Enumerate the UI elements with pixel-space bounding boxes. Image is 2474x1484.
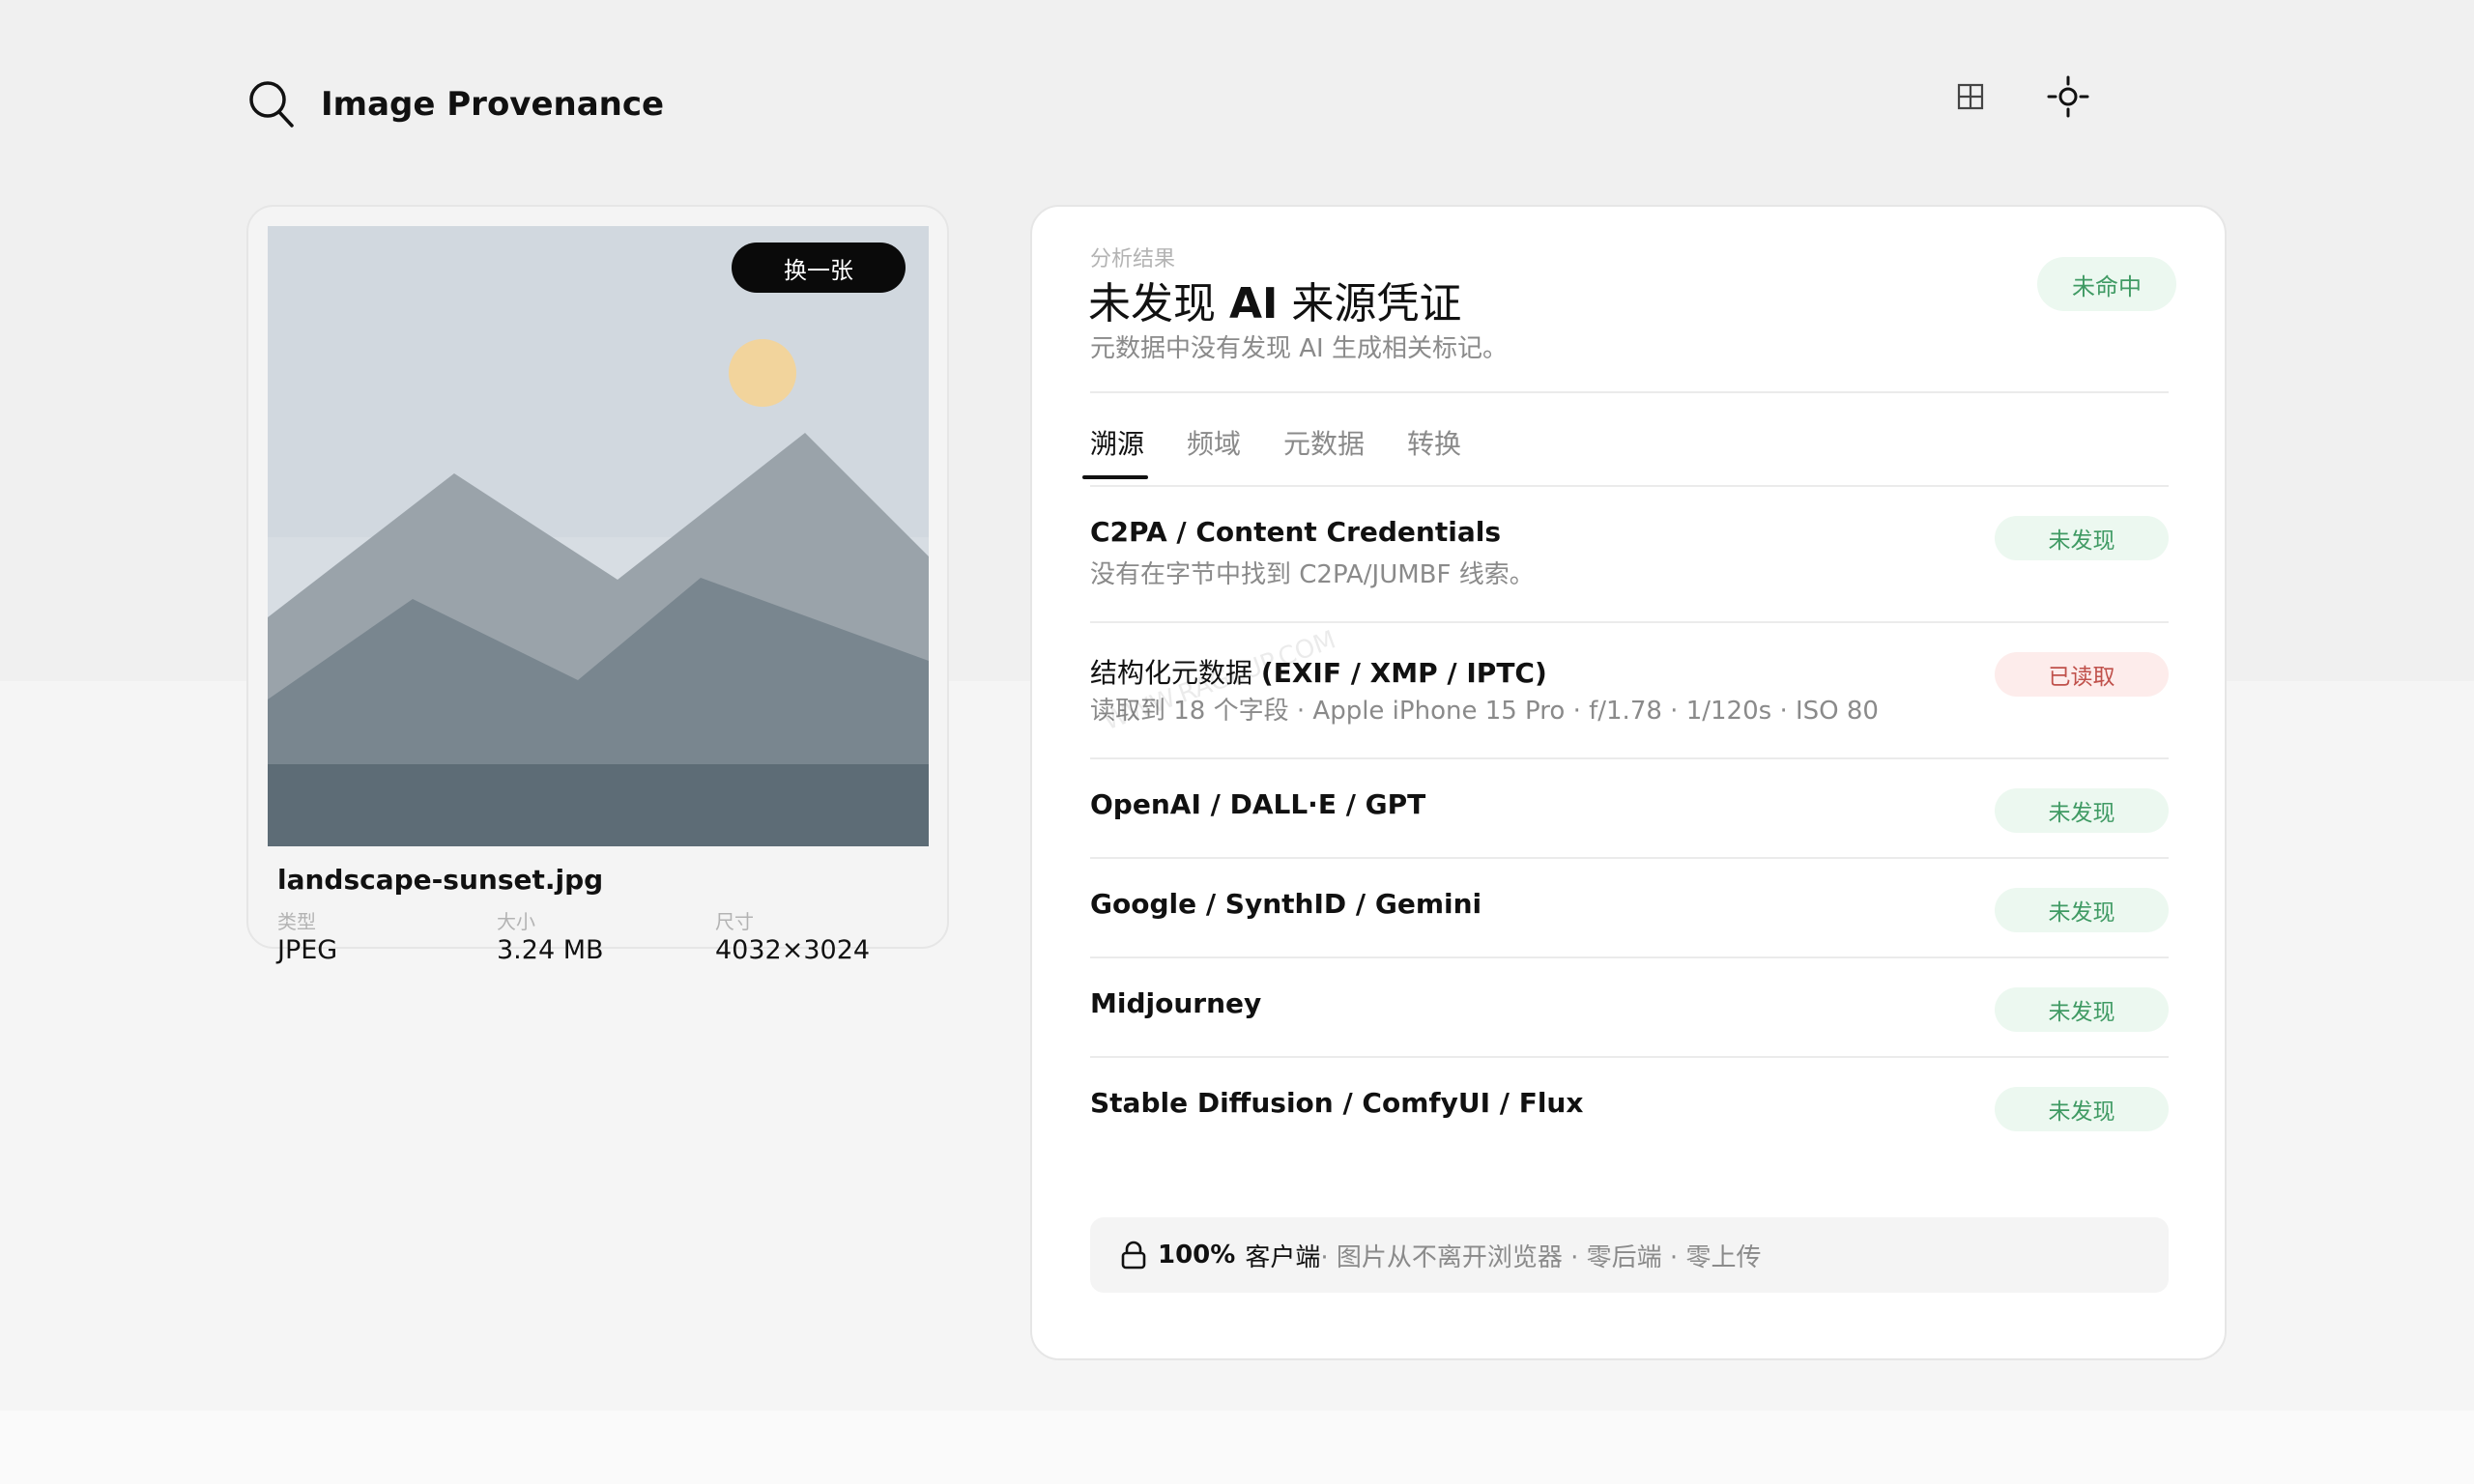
status-badge: 未发现 [1995,788,2169,833]
detection-row-midjourney: Midjourney 未发现 [1090,958,2169,1058]
headline-post: 来源凭证 [1278,279,1462,328]
privacy-who: 客户端 [1245,1242,1321,1272]
app-title: Image Provenance [321,85,665,124]
privacy-note: 100% 客户端 · 图片从不离开浏览器 · 零后端 · 零上传 [1090,1217,2169,1293]
row-title-en: (EXIF / XMP / IPTC) [1260,657,1547,689]
status-badge: 未发现 [1995,1087,2169,1131]
meta-type: 类型 JPEG [277,910,337,966]
meta-value: 4032×3024 [715,935,871,965]
headline-pre: 未发现 [1088,279,1229,328]
detection-list: C2PA / Content Credentials 没有在字节中找到 C2PA… [1090,487,2169,1157]
row-title: 结构化元数据 (EXIF / XMP / IPTC) [1090,652,1547,691]
detection-row-google: Google / SynthID / Gemini 未发现 [1090,859,2169,958]
tab-provenance[interactable]: 溯源 [1081,423,1149,479]
landscape-thumbnail [268,226,929,846]
meta-value: 3.24 MB [497,935,604,965]
sun-icon[interactable] [2045,73,2091,120]
meta-value: JPEG [277,935,338,965]
meta-size: 大小 3.24 MB [497,910,604,966]
result-headline: 未发现 AI 来源凭证 [1088,269,1461,330]
divider [1090,391,2169,393]
status-badge: 未发现 [1995,987,2169,1032]
detection-row-stable-diffusion: Stable Diffusion / ComfyUI / Flux 未发现 [1090,1058,2169,1157]
image-card: 换一张 landscape-sunset.jpg 类型 JPEG 大小 3.24… [246,205,949,965]
status-badge: 未发现 [1995,888,2169,932]
image-preview: 换一张 [268,226,929,846]
tab-bar: 溯源 频域 元数据 转换 [1081,423,1504,479]
meta-label: 尺寸 [715,910,754,933]
tab-frequency[interactable]: 频域 [1187,423,1241,479]
headline-ai: AI [1229,279,1279,328]
swap-image-button[interactable]: 换一张 [732,243,906,293]
row-desc: 读取到 18 个字段 · Apple iPhone 15 Pro · f/1.7… [1090,697,1879,726]
row-desc: 没有在字节中找到 C2PA/JUMBF 线索。 [1090,560,1535,589]
status-badge: 未发现 [1995,516,2169,560]
detection-row-c2pa: C2PA / Content Credentials 没有在字节中找到 C2PA… [1090,487,2169,623]
tab-metadata[interactable]: 元数据 [1283,423,1365,479]
detection-row-openai: OpenAI / DALL·E / GPT 未发现 [1090,759,2169,859]
row-title: C2PA / Content Credentials [1090,516,1501,548]
search-icon [249,81,294,128]
privacy-strong: 100% [1158,1241,1236,1270]
grid-icon[interactable] [1956,82,1985,111]
app-header: Image Provenance [246,77,664,131]
tab-convert[interactable]: 转换 [1407,423,1461,479]
result-subline: 元数据中没有发现 AI 生成相关标记。 [1090,334,1508,363]
privacy-rest: · 图片从不离开浏览器 · 零后端 · 零上传 [1320,1242,1762,1272]
meta-dimensions: 尺寸 4032×3024 [715,910,870,966]
row-title: Google / SynthID / Gemini [1090,888,1482,920]
file-name: landscape-sunset.jpg [277,864,604,896]
result-card: 分析结果 未发现 AI 来源凭证 元数据中没有发现 AI 生成相关标记。 未命中… [1030,205,2227,1360]
row-title: OpenAI / DALL·E / GPT [1090,788,1426,820]
row-title: Stable Diffusion / ComfyUI / Flux [1090,1087,1584,1119]
meta-label: 类型 [277,910,316,933]
row-title-cn: 结构化元数据 [1090,657,1261,689]
row-title: Midjourney [1090,987,1262,1019]
lock-icon [1121,1241,1146,1270]
detection-row-structured-metadata: 结构化元数据 (EXIF / XMP / IPTC) 读取到 18 个字段 · … [1090,623,2169,759]
meta-label: 大小 [497,910,535,933]
status-badge: 未命中 [2037,257,2176,311]
status-badge: 已读取 [1995,652,2169,697]
header-actions [1956,73,2091,120]
